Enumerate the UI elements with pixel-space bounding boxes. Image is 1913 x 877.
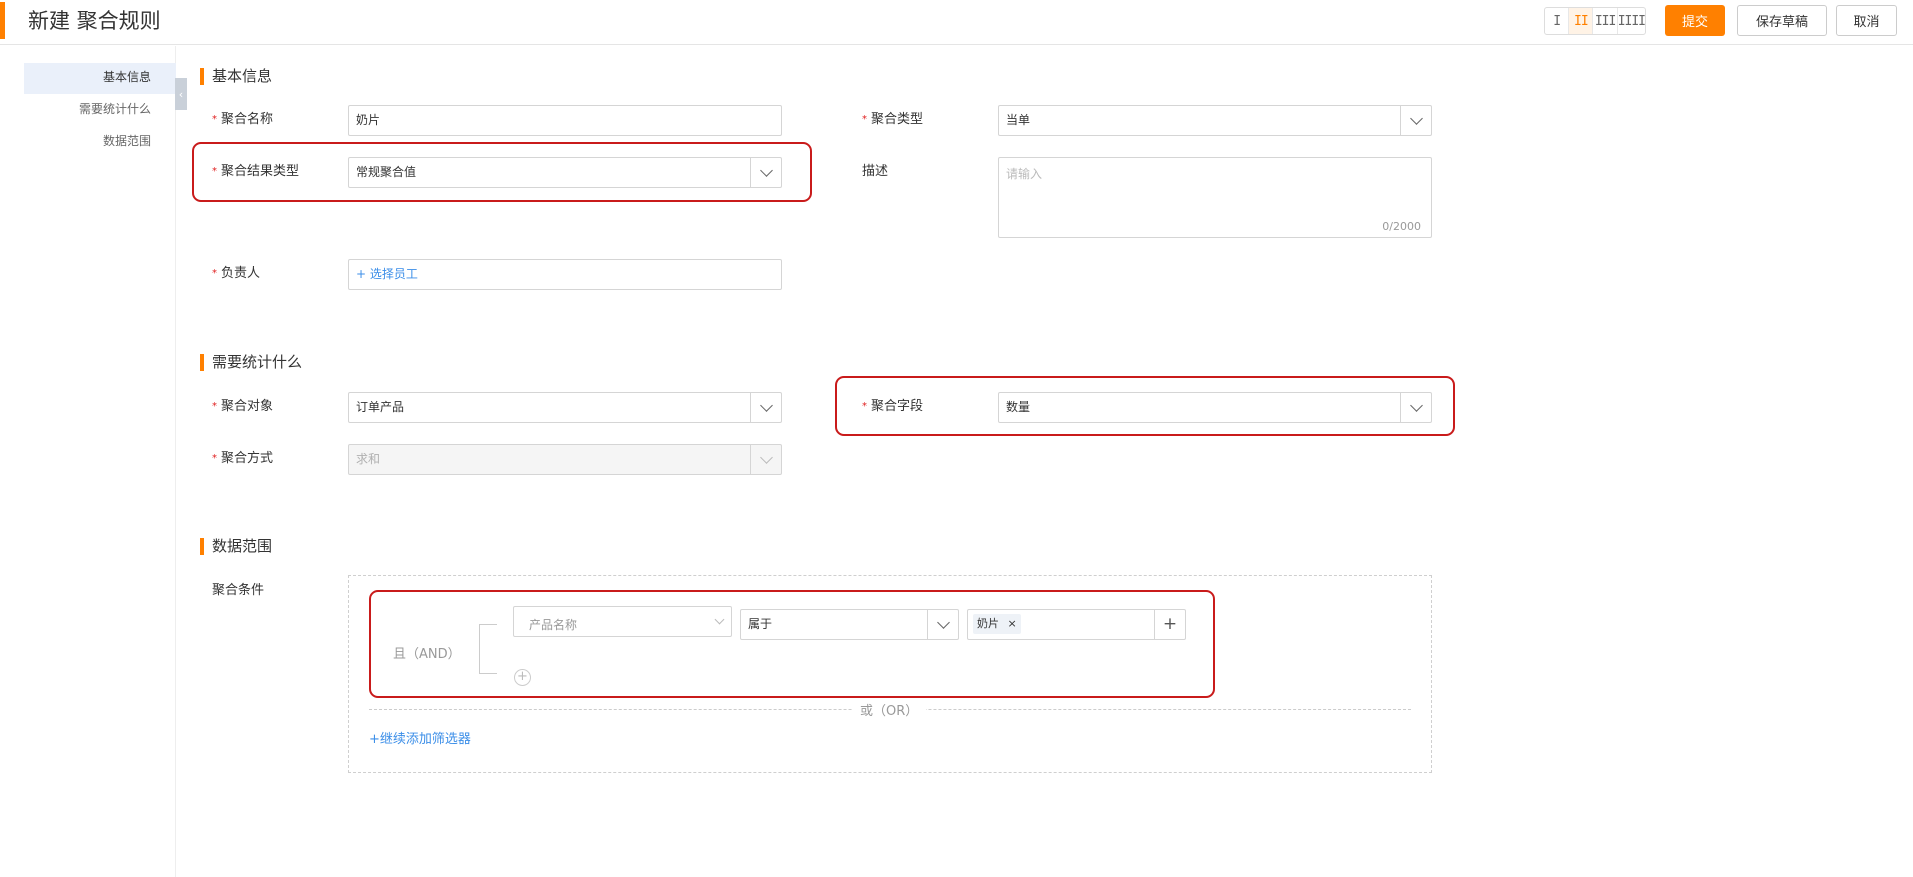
chevron-left-icon[interactable]: ‹ bbox=[175, 78, 187, 110]
section-title-stats: 需要统计什么 bbox=[200, 353, 302, 371]
aggregation-name-input[interactable]: 奶片 bbox=[348, 105, 782, 136]
tag-close-icon[interactable]: × bbox=[1008, 617, 1017, 630]
add-value-button[interactable]: + bbox=[1154, 610, 1185, 639]
value-tag: 奶片 × bbox=[973, 614, 1021, 634]
condition-operator-select[interactable]: 属于 bbox=[740, 609, 959, 640]
select-employee-button[interactable]: + 选择员工 bbox=[348, 259, 782, 290]
layout-3-column-button[interactable]: III bbox=[1593, 8, 1618, 34]
description-textarea[interactable]: 请输入 0/2000 bbox=[998, 157, 1432, 238]
and-bracket bbox=[479, 624, 497, 674]
result-type-select[interactable]: 常规聚合值 bbox=[348, 157, 782, 188]
aggregation-method-value: 求和 bbox=[356, 452, 381, 466]
add-filter-link[interactable]: +继续添加筛选器 bbox=[369, 732, 471, 748]
aggregation-object-value: 订单产品 bbox=[356, 400, 405, 414]
submit-button[interactable]: 提交 bbox=[1665, 5, 1725, 36]
chevron-down-icon[interactable] bbox=[750, 158, 781, 187]
result-type-label: * 聚合结果类型 bbox=[212, 164, 300, 179]
layout-1-column-button[interactable]: I bbox=[1545, 8, 1570, 34]
aggregation-type-select[interactable]: 当单 bbox=[998, 105, 1432, 136]
sidebar-item-basic-info[interactable]: 基本信息 bbox=[103, 70, 151, 84]
condition-field-select[interactable]: 产品名称 bbox=[513, 606, 732, 637]
condition-field-placeholder: 产品名称 bbox=[529, 618, 578, 632]
result-type-value: 常规聚合值 bbox=[356, 165, 417, 179]
sidebar-active-highlight bbox=[24, 63, 176, 94]
aggregation-type-value: 当单 bbox=[1006, 113, 1031, 127]
page-title: 新建 聚合规则 bbox=[28, 9, 161, 33]
chevron-down-icon[interactable] bbox=[750, 393, 781, 422]
column-layout-switch: I II III IIII bbox=[1544, 7, 1646, 35]
name-label: * 聚合名称 bbox=[212, 112, 274, 127]
cancel-button[interactable]: 取消 bbox=[1836, 5, 1897, 36]
section-nav-sidebar: 基本信息 需要统计什么 数据范围 ‹ bbox=[0, 46, 187, 877]
aggregation-object-select[interactable]: 订单产品 bbox=[348, 392, 782, 423]
chevron-down-icon[interactable] bbox=[1400, 393, 1431, 422]
chevron-down-icon[interactable] bbox=[1400, 106, 1431, 135]
method-label: * 聚合方式 bbox=[212, 451, 274, 466]
section-title-scope: 数据范围 bbox=[200, 537, 272, 555]
chevron-down-icon[interactable] bbox=[927, 610, 958, 639]
aggregation-method-select: 求和 bbox=[348, 444, 782, 475]
header-accent-bar bbox=[0, 2, 5, 39]
condition-operator-value: 属于 bbox=[748, 617, 773, 631]
page-header: 新建 聚合规则 I II III IIII 提交 保存草稿 取消 bbox=[0, 0, 1913, 45]
description-char-counter: 0/2000 bbox=[1382, 220, 1421, 233]
description-label: 描述 bbox=[862, 164, 889, 179]
chevron-down-icon[interactable] bbox=[707, 607, 731, 636]
layout-2-column-button[interactable]: II bbox=[1569, 8, 1594, 34]
aggregation-field-value: 数量 bbox=[1006, 400, 1031, 414]
description-placeholder: 请输入 bbox=[1006, 167, 1043, 181]
agg-type-label: * 聚合类型 bbox=[862, 112, 924, 127]
layout-4-column-button[interactable]: IIII bbox=[1618, 8, 1646, 34]
owner-label: * 负责人 bbox=[212, 266, 261, 281]
field-label: * 聚合字段 bbox=[862, 399, 924, 414]
sidebar-item-scope[interactable]: 数据范围 bbox=[103, 134, 151, 148]
aggregation-field-select[interactable]: 数量 bbox=[998, 392, 1432, 423]
and-label: 且（AND） bbox=[393, 647, 461, 662]
or-label: 或（OR） bbox=[852, 700, 927, 719]
value-tag-label: 奶片 bbox=[977, 617, 999, 630]
chevron-down-icon bbox=[750, 445, 781, 474]
add-condition-icon[interactable]: + bbox=[514, 669, 531, 686]
sidebar-item-stats[interactable]: 需要统计什么 bbox=[79, 102, 151, 116]
object-label: * 聚合对象 bbox=[212, 399, 274, 414]
save-draft-button[interactable]: 保存草稿 bbox=[1737, 5, 1827, 36]
section-title-basic-info: 基本信息 bbox=[200, 67, 272, 85]
condition-label: 聚合条件 bbox=[212, 583, 265, 598]
